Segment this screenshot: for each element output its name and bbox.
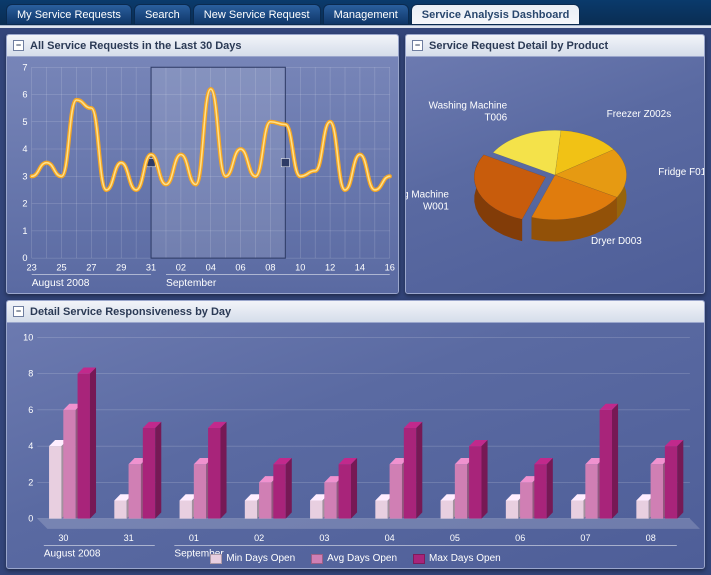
svg-text:4: 4 (28, 441, 33, 451)
legend-max-label: Max Days Open (429, 553, 501, 564)
legend-min-label: Min Days Open (226, 553, 295, 564)
svg-text:7: 7 (22, 62, 27, 72)
tab-bar: My Service Requests Search New Service R… (0, 0, 711, 25)
svg-text:08: 08 (646, 533, 656, 543)
svg-text:01: 01 (189, 533, 199, 543)
svg-text:1: 1 (22, 226, 27, 236)
svg-text:6: 6 (28, 405, 33, 415)
svg-text:W001: W001 (423, 202, 449, 213)
svg-text:08: 08 (265, 262, 275, 272)
tab-my-service-requests[interactable]: My Service Requests (6, 4, 132, 25)
svg-text:30: 30 (58, 533, 68, 543)
panel-header: − Service Request Detail by Product (406, 35, 704, 57)
collapse-icon[interactable]: − (13, 306, 24, 317)
panel-title: Service Request Detail by Product (429, 40, 608, 52)
svg-text:14: 14 (355, 262, 365, 272)
bar-legend: Min Days Open Avg Days Open Max Days Ope… (7, 553, 704, 564)
svg-text:02: 02 (254, 533, 264, 543)
legend-min: Min Days Open (210, 553, 295, 564)
svg-text:03: 03 (319, 533, 329, 543)
svg-text:4: 4 (22, 144, 27, 154)
svg-text:Fridge F011b: Fridge F011b (658, 167, 704, 178)
svg-text:August 2008: August 2008 (32, 278, 90, 289)
svg-text:2: 2 (28, 477, 33, 487)
svg-text:T006: T006 (485, 112, 508, 123)
svg-text:06: 06 (515, 533, 525, 543)
line-chart: 01234567 23252729310204060810121416 Augu… (7, 57, 398, 293)
svg-text:Freezer Z002s: Freezer Z002s (607, 109, 672, 120)
bar-chart: 0246810 30310102030405060708 August 2008… (7, 323, 704, 568)
svg-text:31: 31 (124, 533, 134, 543)
app-root: My Service Requests Search New Service R… (0, 0, 711, 575)
svg-text:3: 3 (22, 171, 27, 181)
svg-text:16: 16 (385, 262, 395, 272)
panel-header: − Detail Service Responsiveness by Day (7, 301, 704, 323)
svg-text:04: 04 (206, 262, 216, 272)
panel-title: All Service Requests in the Last 30 Days (30, 40, 242, 52)
panel-body: 01234567 23252729310204060810121416 Augu… (7, 57, 398, 293)
svg-text:12: 12 (325, 262, 335, 272)
svg-text:25: 25 (56, 262, 66, 272)
svg-text:Washing Machine: Washing Machine (406, 190, 449, 201)
svg-text:5: 5 (22, 117, 27, 127)
tab-new-service-request[interactable]: New Service Request (193, 4, 321, 25)
svg-text:04: 04 (385, 533, 395, 543)
legend-max: Max Days Open (413, 553, 501, 564)
dashboard-content: − All Service Requests in the Last 30 Da… (0, 28, 711, 575)
svg-text:07: 07 (580, 533, 590, 543)
legend-avg-label: Avg Days Open (327, 553, 397, 564)
svg-text:05: 05 (450, 533, 460, 543)
panel-responsiveness-by-day: − Detail Service Responsiveness by Day 0… (6, 300, 705, 569)
panel-body: 0246810 30310102030405060708 August 2008… (7, 323, 704, 568)
svg-text:06: 06 (235, 262, 245, 272)
svg-text:02: 02 (176, 262, 186, 272)
svg-text:2: 2 (22, 199, 27, 209)
panel-body: Washing MachineT006Freezer Z002sFridge F… (406, 57, 704, 293)
svg-text:September: September (166, 278, 217, 289)
panel-header: − All Service Requests in the Last 30 Da… (7, 35, 398, 57)
tab-service-analysis-dashboard[interactable]: Service Analysis Dashboard (411, 4, 581, 25)
svg-text:10: 10 (295, 262, 305, 272)
svg-text:31: 31 (146, 262, 156, 272)
svg-text:Dryer D003: Dryer D003 (591, 236, 642, 247)
svg-text:Washing Machine: Washing Machine (429, 101, 508, 112)
collapse-icon[interactable]: − (412, 40, 423, 51)
legend-avg: Avg Days Open (311, 553, 397, 564)
panel-requests-30d: − All Service Requests in the Last 30 Da… (6, 34, 399, 294)
svg-text:27: 27 (86, 262, 96, 272)
svg-text:23: 23 (27, 262, 37, 272)
tab-search[interactable]: Search (134, 4, 191, 25)
panel-title: Detail Service Responsiveness by Day (30, 306, 231, 318)
svg-text:8: 8 (28, 369, 33, 379)
svg-text:0: 0 (28, 514, 33, 524)
svg-text:6: 6 (22, 90, 27, 100)
svg-text:29: 29 (116, 262, 126, 272)
svg-text:10: 10 (23, 332, 33, 342)
tab-management[interactable]: Management (323, 4, 409, 25)
pie-chart: Washing MachineT006Freezer Z002sFridge F… (406, 57, 704, 293)
panel-detail-by-product: − Service Request Detail by Product Wash… (405, 34, 705, 294)
collapse-icon[interactable]: − (13, 40, 24, 51)
